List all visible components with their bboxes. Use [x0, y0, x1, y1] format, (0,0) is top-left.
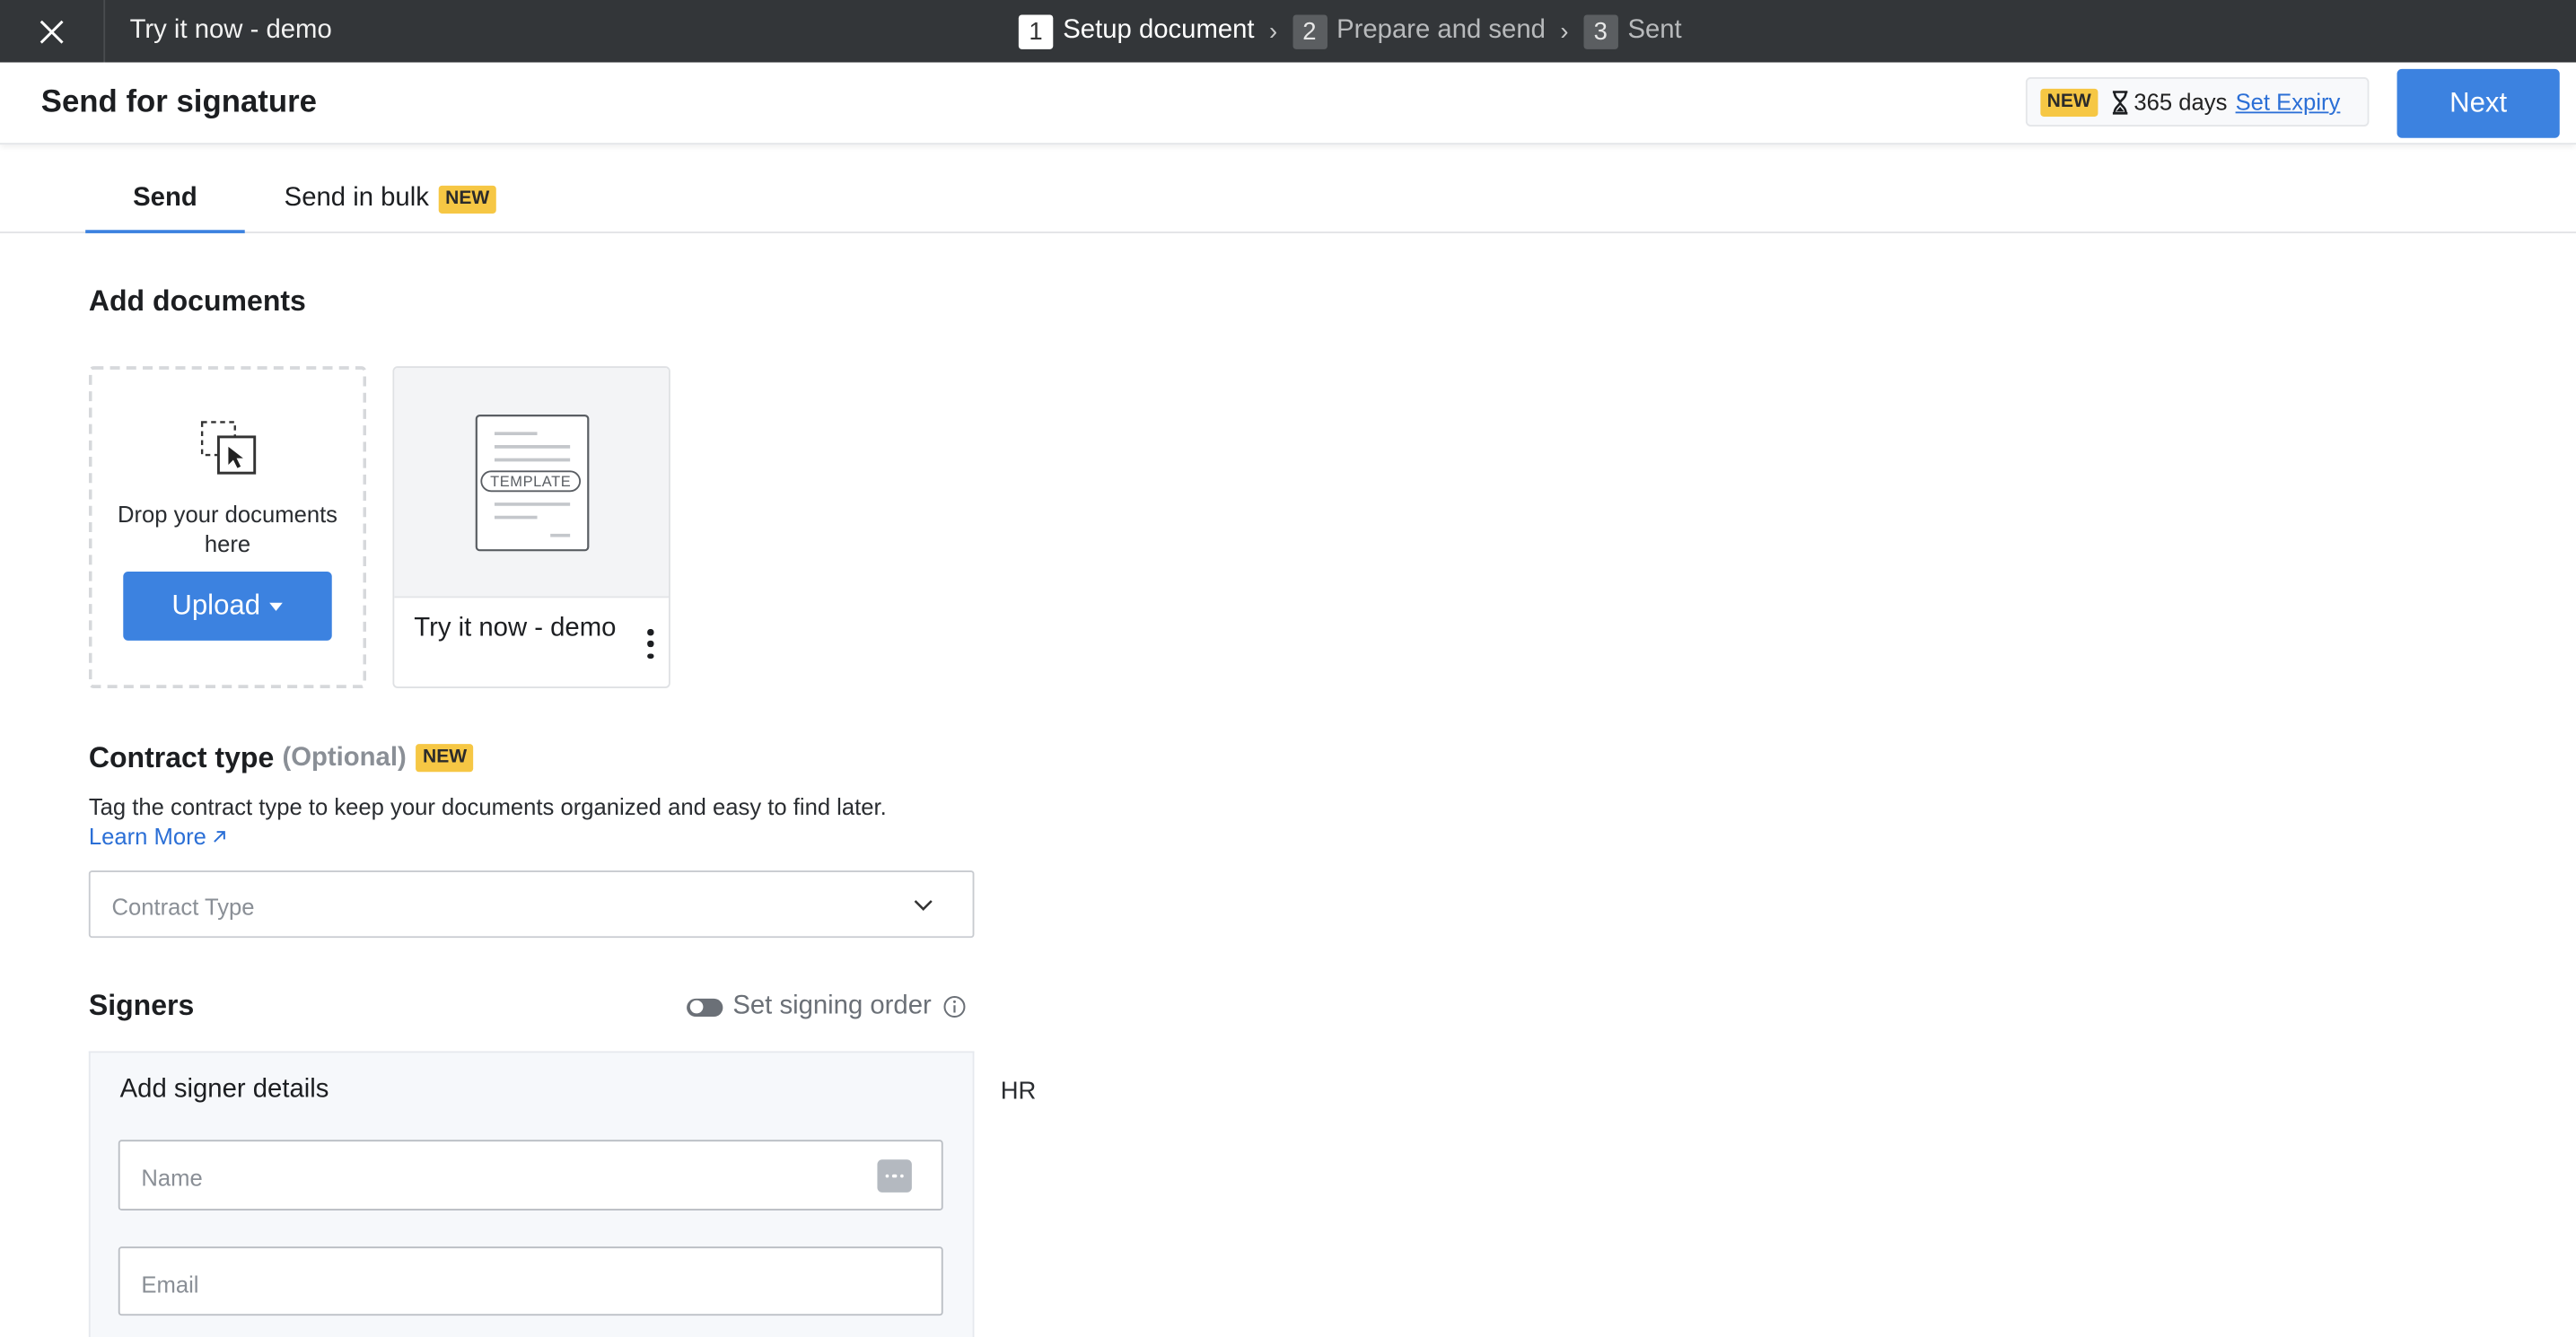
step-indicator: 1 Setup document › 2 Prepare and send › … — [1018, 0, 1682, 63]
hourglass-icon — [2111, 90, 2129, 114]
upload-button[interactable]: Upload — [123, 571, 332, 641]
template-document-icon: TEMPLATE — [475, 414, 590, 552]
step-setup-document: 1 Setup document — [1018, 13, 1255, 48]
page-title: Send for signature — [40, 85, 318, 120]
step-sent: 3 Sent — [1583, 13, 1682, 48]
info-icon[interactable] — [943, 995, 967, 1018]
top-bar: Try it now - demo 1 Setup document › 2 P… — [0, 0, 2576, 63]
step-label: Sent — [1627, 16, 1682, 45]
new-badge: NEW — [416, 744, 474, 773]
document-card[interactable]: TEMPLATE Try it now - demo — [392, 366, 670, 688]
external-link-icon — [213, 830, 225, 842]
toggle-switch[interactable] — [687, 997, 723, 1017]
contacts-icon[interactable] — [877, 1159, 912, 1193]
add-documents-heading: Add documents — [88, 284, 306, 318]
set-expiry-link[interactable]: Set Expiry — [2236, 89, 2341, 115]
contract-type-description: Tag the contract type to keep your docum… — [88, 793, 887, 820]
contract-type-select[interactable]: Contract Type — [88, 870, 975, 939]
step-label: Setup document — [1063, 16, 1255, 45]
signer-details-panel: Add signer details Name Email — [88, 1051, 975, 1337]
document-drop-zone[interactable]: Drop your documents here Upload — [88, 366, 367, 688]
step-number: 2 — [1292, 13, 1327, 48]
signing-order-label: Set signing order — [732, 992, 932, 1020]
expiry-days: 365 days — [2134, 88, 2228, 116]
new-badge: NEW — [438, 184, 496, 214]
optional-label: (Optional) — [282, 743, 407, 772]
contract-type-label: Contract type — [88, 740, 275, 774]
page-header: Send for signature NEW 365 days Set Expi… — [0, 62, 2576, 145]
upload-label: Upload — [171, 590, 261, 621]
step-label: Prepare and send — [1336, 16, 1546, 45]
tab-bar: Send Send in bulk NEW — [0, 144, 2576, 233]
document-name: Try it now - demo — [414, 614, 617, 642]
close-icon — [39, 19, 64, 43]
tab-label: Send in bulk — [284, 184, 429, 213]
caret-down-icon — [269, 601, 284, 610]
chevron-down-icon — [914, 900, 933, 911]
signing-order-toggle[interactable]: Set signing order — [687, 992, 966, 1022]
contract-type-heading: Contract type (Optional) NEW — [89, 741, 474, 775]
step-number: 3 — [1583, 13, 1618, 48]
learn-more-link[interactable]: Learn More — [89, 823, 226, 849]
signer-role-label: HR — [1000, 1077, 1037, 1105]
expiry-panel: NEW 365 days Set Expiry — [2025, 77, 2370, 127]
tab-send[interactable]: Send — [85, 184, 245, 233]
signer-name-input[interactable]: Name — [118, 1140, 943, 1211]
email-placeholder: Email — [141, 1271, 199, 1298]
step-number: 1 — [1018, 13, 1054, 48]
contract-type-placeholder: Contract Type — [111, 893, 255, 921]
signer-details-title: Add signer details — [119, 1075, 329, 1105]
next-button[interactable]: Next — [2396, 68, 2560, 138]
document-title: Try it now - demo — [129, 16, 332, 45]
chevron-right-icon: › — [1560, 17, 1569, 46]
document-thumbnail: TEMPLATE — [394, 368, 669, 599]
tab-send-in-bulk[interactable]: Send in bulk NEW — [285, 184, 496, 214]
learn-more-label: Learn More — [88, 823, 206, 850]
signer-email-input[interactable]: Email — [118, 1246, 943, 1316]
template-label: TEMPLATE — [490, 474, 571, 490]
drop-text: Drop your documents here — [118, 501, 338, 557]
step-prepare-and-send: 2 Prepare and send — [1292, 13, 1546, 48]
chevron-right-icon: › — [1269, 17, 1278, 46]
drag-drop-icon — [200, 421, 257, 485]
name-placeholder: Name — [141, 1164, 203, 1192]
signers-heading: Signers — [88, 988, 195, 1022]
close-button[interactable] — [0, 0, 106, 63]
new-badge: NEW — [2040, 87, 2098, 117]
more-options-icon[interactable] — [644, 629, 658, 659]
app-root: Try it now - demo 1 Setup document › 2 P… — [0, 0, 2576, 1337]
